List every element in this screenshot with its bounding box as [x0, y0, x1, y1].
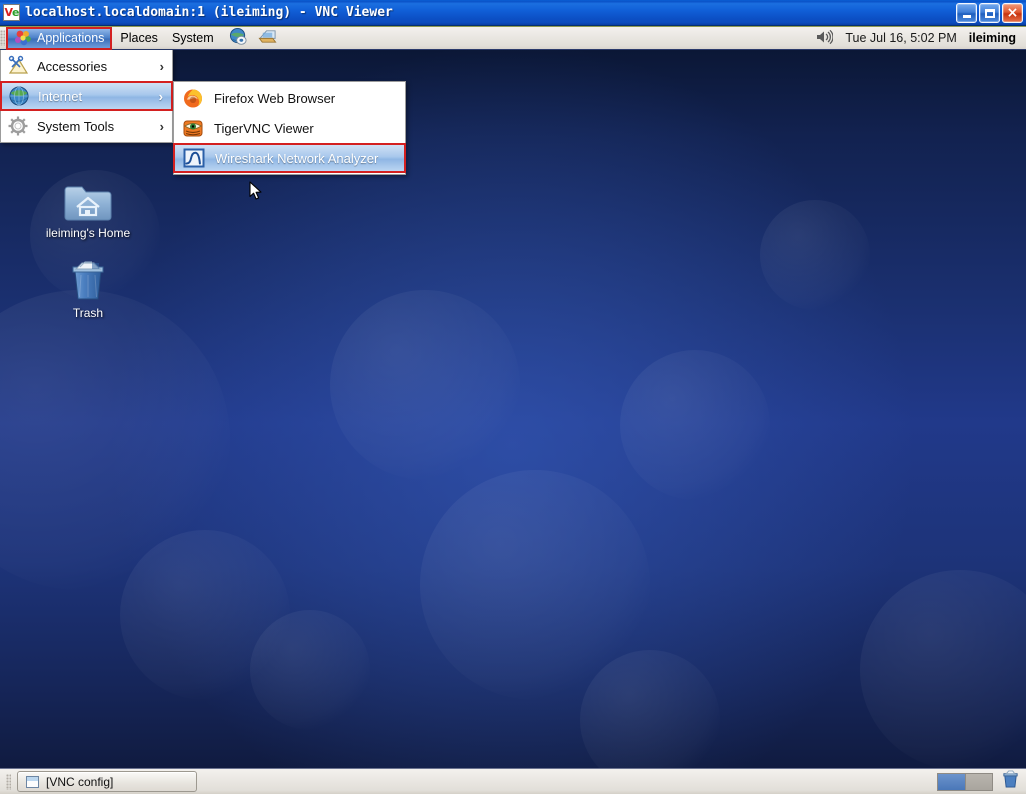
panel-grip[interactable]	[6, 773, 11, 790]
menu-applications[interactable]: Applications	[6, 26, 113, 50]
wallpaper-bubble	[330, 290, 520, 480]
window-icon	[26, 775, 39, 788]
menu-item-system-tools[interactable]: System Tools ›	[1, 111, 172, 141]
workspace-switcher[interactable]	[937, 772, 993, 791]
trash-applet-icon[interactable]	[1001, 769, 1020, 794]
window-controls: ×	[956, 3, 1023, 23]
workspace-2[interactable]	[964, 773, 992, 790]
vnc-logo-v: V	[4, 6, 13, 19]
wireshark-svg	[183, 148, 205, 168]
workspace-1[interactable]	[938, 773, 965, 790]
home-folder-icon	[40, 175, 136, 223]
user-menu[interactable]: ileiming	[969, 31, 1016, 45]
gnome-bottom-panel[interactable]: [VNC config]	[0, 768, 1026, 794]
wallpaper-bubble	[860, 570, 1026, 768]
menu-system-label: System	[171, 31, 214, 45]
internet-submenu[interactable]: Firefox Web Browser TigerVNC Viewer Wire…	[173, 81, 406, 175]
firefox-svg	[184, 89, 202, 108]
desktop-icon-home[interactable]: ileiming's Home	[40, 175, 136, 240]
panel-status-area: Tue Jul 16, 5:02 PM ileiming	[815, 29, 1026, 48]
wallpaper-bubble	[250, 610, 370, 730]
taskbar-item-label: [VNC config]	[46, 774, 114, 789]
desktop-icon-label: ileiming's Home	[45, 226, 131, 240]
email-svg	[258, 30, 277, 43]
email-launcher-icon[interactable]	[258, 27, 277, 49]
bottom-panel-status-area	[937, 769, 1020, 794]
minimize-button[interactable]	[956, 3, 977, 23]
web-browser-launcher-icon[interactable]	[229, 27, 248, 49]
menu-item-label: Wireshark Network Analyzer	[215, 150, 379, 166]
gnome-foot-icon	[14, 29, 32, 47]
window-titlebar[interactable]: Ve localhost.localdomain:1 (ileiming) - …	[0, 0, 1026, 26]
menu-applications-label: Applications	[37, 31, 105, 45]
menu-item-label: TigerVNC Viewer	[214, 120, 314, 136]
applications-dropdown-menu[interactable]: Accessories › Internet › System Tools ›	[0, 50, 173, 143]
menu-item-accessories[interactable]: Accessories ›	[1, 51, 172, 81]
tigervnc-svg	[183, 120, 203, 137]
trash-applet-svg	[1003, 770, 1018, 788]
menu-item-label: Firefox Web Browser	[214, 90, 336, 106]
firefox-icon	[182, 87, 204, 109]
home-folder-svg	[64, 186, 112, 221]
minimize-icon	[962, 15, 971, 18]
menu-places-label: Places	[120, 31, 158, 45]
accessories-svg	[8, 55, 29, 74]
menu-system[interactable]: System	[165, 27, 221, 49]
wallpaper-bubble	[760, 200, 870, 310]
trash-svg	[72, 261, 104, 300]
taskbar-item-vnc-config[interactable]: [VNC config]	[17, 771, 197, 792]
panel-launchers	[221, 27, 284, 49]
trash-icon	[40, 255, 136, 303]
close-button[interactable]: ×	[1002, 3, 1023, 23]
menu-item-wireshark[interactable]: Wireshark Network Analyzer	[173, 143, 406, 173]
desktop-icon-label: Trash	[72, 306, 104, 320]
chevron-right-icon: ›	[159, 118, 164, 134]
menu-item-label: Accessories	[37, 58, 108, 74]
accessories-icon	[7, 55, 29, 77]
desktop-icon-trash[interactable]: Trash	[40, 255, 136, 320]
maximize-icon	[984, 8, 995, 18]
wallpaper-bubble	[620, 350, 770, 500]
tigervnc-icon	[182, 117, 204, 139]
menu-item-internet[interactable]: Internet ›	[0, 81, 173, 111]
menu-item-label: System Tools	[37, 118, 115, 134]
speaker-icon[interactable]	[815, 29, 834, 48]
gear-icon	[7, 115, 29, 137]
remote-desktop-viewport[interactable]: ileiming's Home Trash Applications Place…	[0, 26, 1026, 794]
gear-svg	[8, 116, 28, 136]
menu-places[interactable]: Places	[113, 27, 165, 49]
clock[interactable]: Tue Jul 16, 5:02 PM	[845, 31, 956, 45]
panel-grip[interactable]	[0, 30, 5, 46]
menu-item-firefox[interactable]: Firefox Web Browser	[174, 83, 405, 113]
globe-icon	[8, 85, 30, 107]
vnc-viewer-window: Ve localhost.localdomain:1 (ileiming) - …	[0, 0, 1026, 794]
maximize-button[interactable]	[979, 3, 1000, 23]
wireshark-icon	[183, 147, 205, 169]
globe-svg	[9, 86, 29, 106]
close-icon: ×	[1006, 4, 1019, 21]
menu-item-label: Internet	[38, 88, 83, 104]
window-title: localhost.localdomain:1 (ileiming) - VNC…	[25, 5, 393, 20]
speaker-svg	[817, 29, 834, 44]
vnc-logo-c: e	[12, 6, 20, 19]
chevron-right-icon: ›	[158, 88, 163, 104]
globe-svg	[229, 27, 247, 45]
gnome-top-panel[interactable]: Applications Places System Tue Jul 16, 5…	[0, 26, 1026, 50]
gnome-foot-svg	[15, 30, 31, 46]
vnc-logo-icon: Ve	[3, 4, 20, 21]
desktop-background[interactable]: ileiming's Home Trash	[0, 50, 1026, 768]
menu-item-tigervnc[interactable]: TigerVNC Viewer	[174, 113, 405, 143]
chevron-right-icon: ›	[159, 58, 164, 74]
